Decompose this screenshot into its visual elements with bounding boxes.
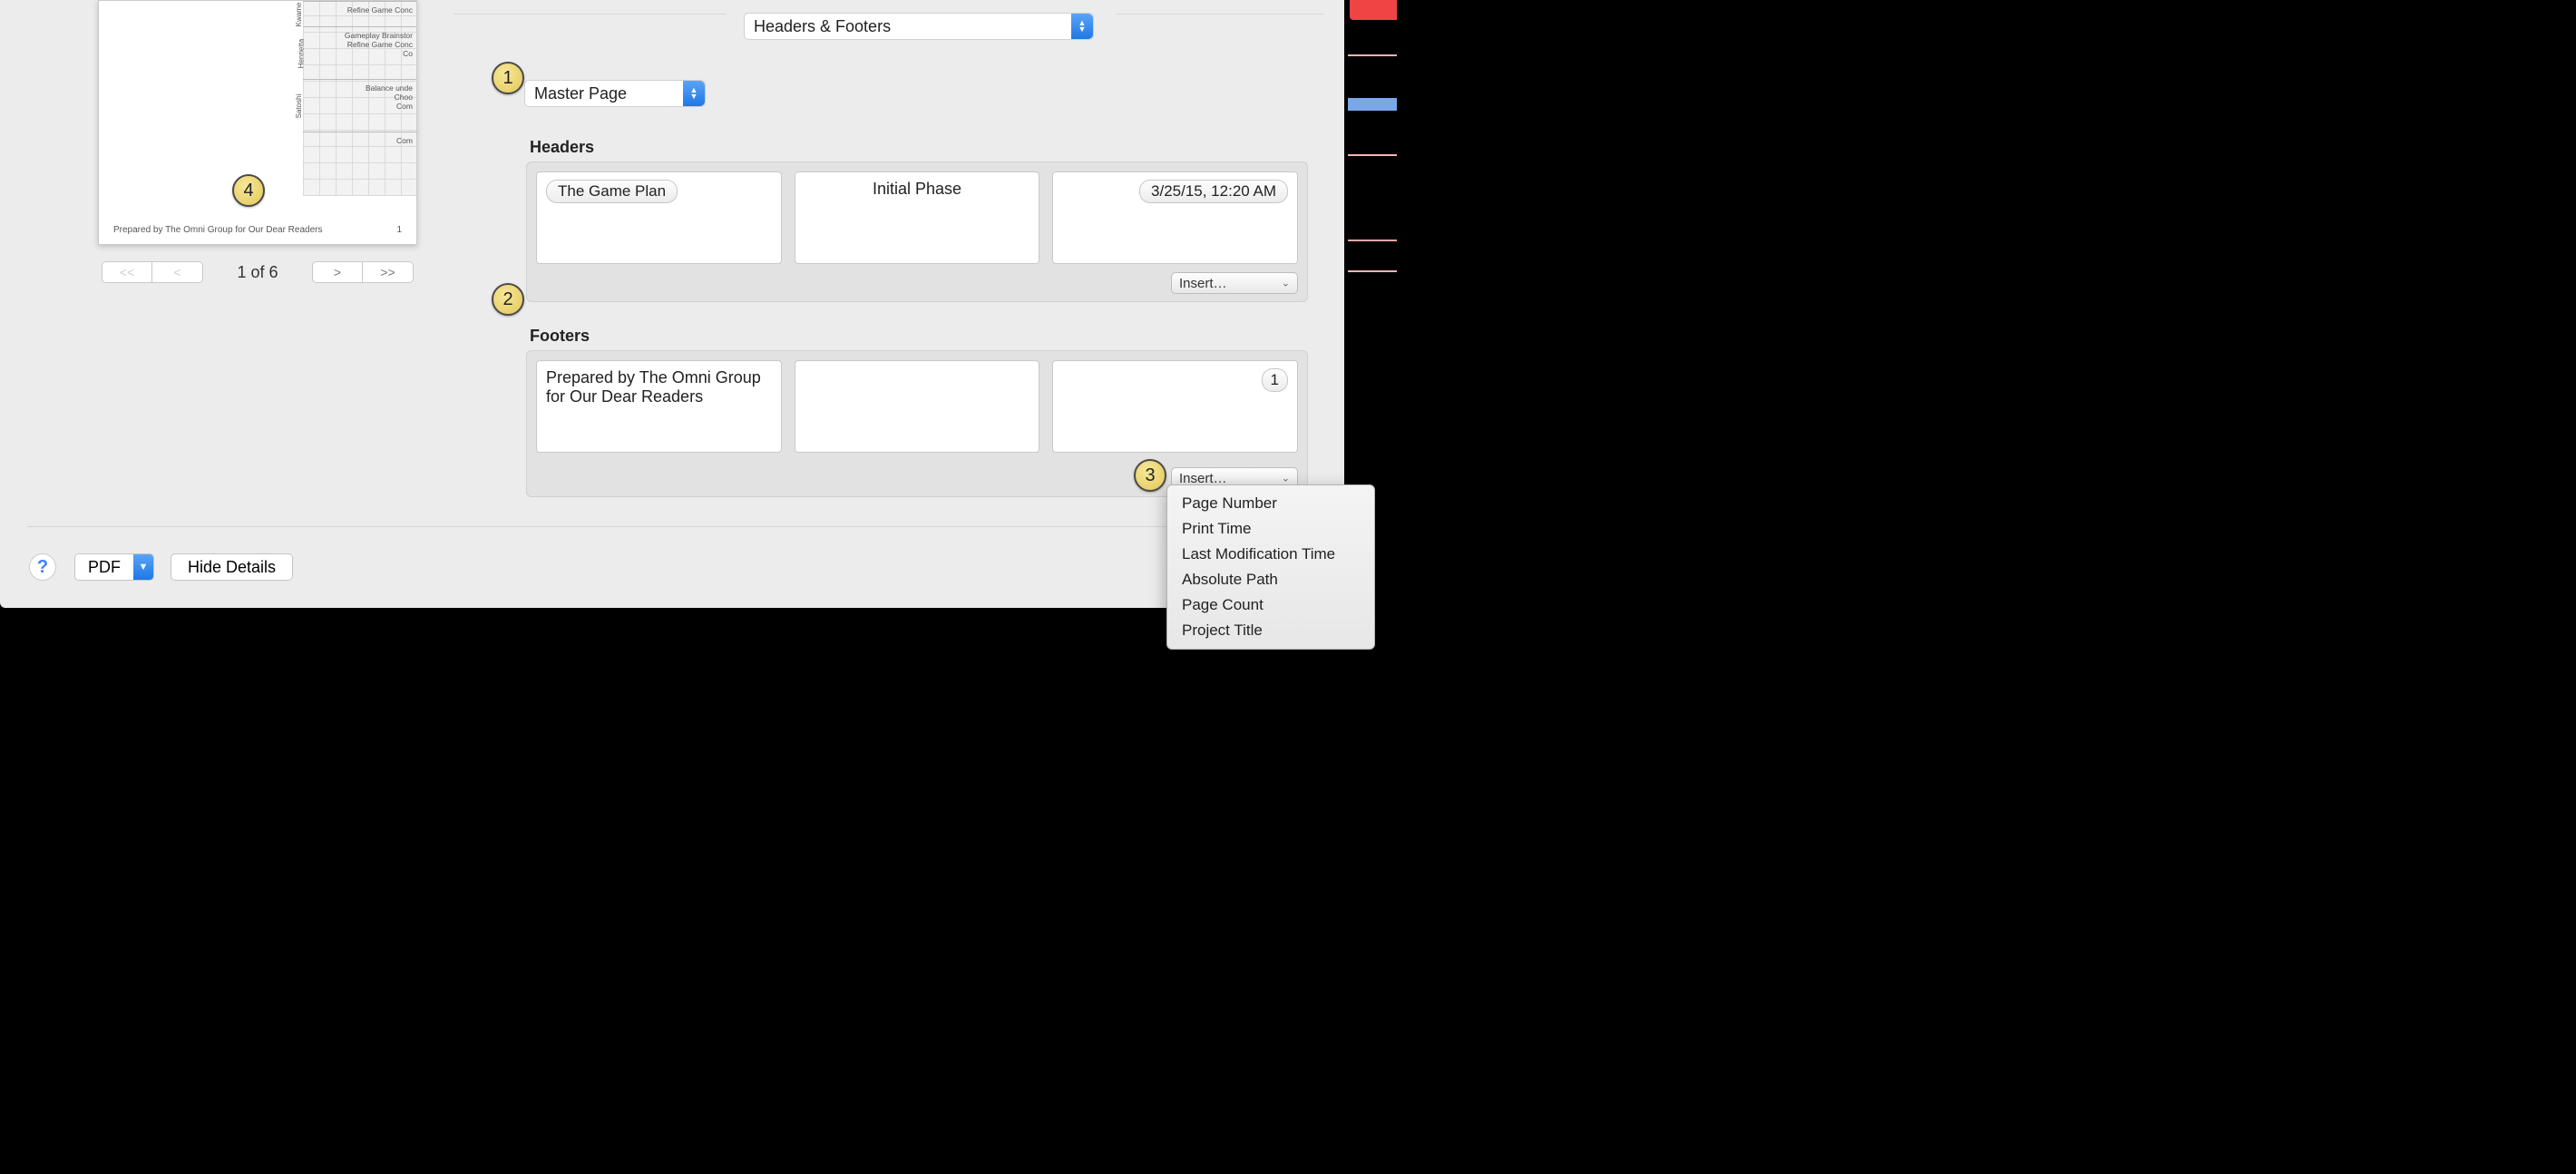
bg-red-bar — [1350, 0, 1397, 20]
menu-item-print-time[interactable]: Print Time — [1167, 516, 1374, 542]
section-dropdown[interactable]: Headers & Footers ▲▼ — [744, 13, 1094, 40]
bg-line — [1348, 270, 1397, 272]
menu-item-project-title[interactable]: Project Title — [1167, 618, 1374, 643]
chevron-down-icon: ⌄ — [1282, 473, 1290, 484]
preview-text: Refine Game Conc — [303, 5, 416, 15]
preview-text: Com — [303, 102, 416, 111]
headers-panel: The Game Plan Initial Phase 3/25/15, 12:… — [526, 161, 1308, 302]
headers-insert-dropdown[interactable]: Insert… ⌄ — [1171, 272, 1298, 294]
help-button[interactable]: ? — [29, 553, 56, 581]
menu-item-absolute-path[interactable]: Absolute Path — [1167, 567, 1374, 592]
footer-left-text: Prepared by The Omni Group for Our Dear … — [546, 368, 761, 406]
pdf-label: PDF — [75, 554, 133, 580]
menu-item-page-count[interactable]: Page Count — [1167, 592, 1374, 618]
preview-text: Gameplay Brainstor — [303, 31, 416, 40]
divider — [454, 14, 726, 15]
header-center-field[interactable]: Initial Phase — [795, 171, 1040, 264]
bg-line — [1348, 240, 1397, 241]
header-left-token: The Game Plan — [546, 180, 678, 203]
footers-heading: Footers — [530, 327, 590, 346]
print-dialog-window: Kwame Refine Game Conc Henrietta Gamepla… — [0, 0, 1344, 608]
preview-text: Com — [303, 136, 416, 145]
pager-first-button[interactable]: << — [102, 261, 152, 283]
callout-1: 1 — [492, 62, 524, 94]
pager-prev-button[interactable]: < — [152, 261, 203, 283]
footer-left-field[interactable]: Prepared by The Omni Group for Our Dear … — [536, 360, 782, 453]
bg-line — [1348, 154, 1397, 156]
menu-item-page-number[interactable]: Page Number — [1167, 491, 1374, 516]
insert-menu: Page Number Print Time Last Modification… — [1166, 484, 1375, 650]
chevron-down-icon: ▼ — [133, 554, 153, 580]
headers-heading: Headers — [530, 138, 594, 157]
header-center-text: Initial Phase — [873, 180, 961, 198]
chevron-down-icon: ⌄ — [1282, 278, 1290, 289]
insert-label: Insert… — [1179, 276, 1227, 291]
page-scope-label: Master Page — [534, 84, 627, 103]
preview-row-label: Kwame — [295, 2, 303, 26]
pager-last-button[interactable]: >> — [363, 261, 414, 283]
callout-3: 3 — [1134, 459, 1166, 492]
pager-label: 1 of 6 — [203, 263, 312, 282]
divider — [27, 526, 1317, 527]
preview-text: Co — [303, 49, 416, 58]
preview-content: Kwame Refine Game Conc Henrietta Gamepla… — [303, 1, 416, 196]
preview-row-label: Henrietta — [298, 38, 306, 67]
preview-pager: << < 1 of 6 > >> — [98, 261, 417, 283]
preview-footer-left: Prepared by The Omni Group for Our Dear … — [113, 225, 322, 235]
footer-center-field[interactable] — [795, 360, 1040, 453]
page-scope-dropdown[interactable]: Master Page ▲▼ — [524, 80, 706, 107]
pdf-dropdown-button[interactable]: PDF ▼ — [74, 553, 154, 581]
callout-4: 4 — [232, 174, 265, 207]
preview-text: Choo — [303, 93, 416, 102]
section-dropdown-label: Headers & Footers — [754, 17, 891, 36]
bg-blue-bar — [1348, 98, 1397, 111]
preview-text: Refine Game Conc — [303, 40, 416, 49]
menu-item-last-modification-time[interactable]: Last Modification Time — [1167, 542, 1374, 567]
preview-row-label: Satoshi — [295, 93, 303, 118]
footers-panel: Prepared by The Omni Group for Our Dear … — [526, 350, 1308, 497]
header-left-field[interactable]: The Game Plan — [536, 171, 782, 264]
page-preview: Kwame Refine Game Conc Henrietta Gamepla… — [98, 0, 417, 245]
header-right-token: 3/25/15, 12:20 AM — [1139, 180, 1288, 203]
callout-2: 2 — [492, 283, 524, 316]
pager-back-group: << < — [102, 261, 203, 283]
preview-text: Balance unde — [303, 83, 416, 93]
updown-arrows-icon: ▲▼ — [1071, 14, 1093, 39]
pager-fwd-group: > >> — [312, 261, 414, 283]
pager-next-button[interactable]: > — [312, 261, 363, 283]
updown-arrows-icon: ▲▼ — [683, 81, 705, 106]
footer-right-token: 1 — [1262, 368, 1288, 392]
insert-label: Insert… — [1179, 471, 1227, 486]
preview-footer: Prepared by The Omni Group for Our Dear … — [99, 225, 416, 235]
bg-line — [1348, 54, 1397, 56]
divider — [1116, 14, 1324, 15]
preview-footer-right: 1 — [396, 225, 402, 235]
hide-details-label: Hide Details — [188, 558, 276, 577]
hide-details-button[interactable]: Hide Details — [171, 553, 293, 581]
header-right-field[interactable]: 3/25/15, 12:20 AM — [1052, 171, 1298, 264]
help-icon: ? — [37, 557, 48, 578]
footer-right-field[interactable]: 1 — [1052, 360, 1298, 453]
